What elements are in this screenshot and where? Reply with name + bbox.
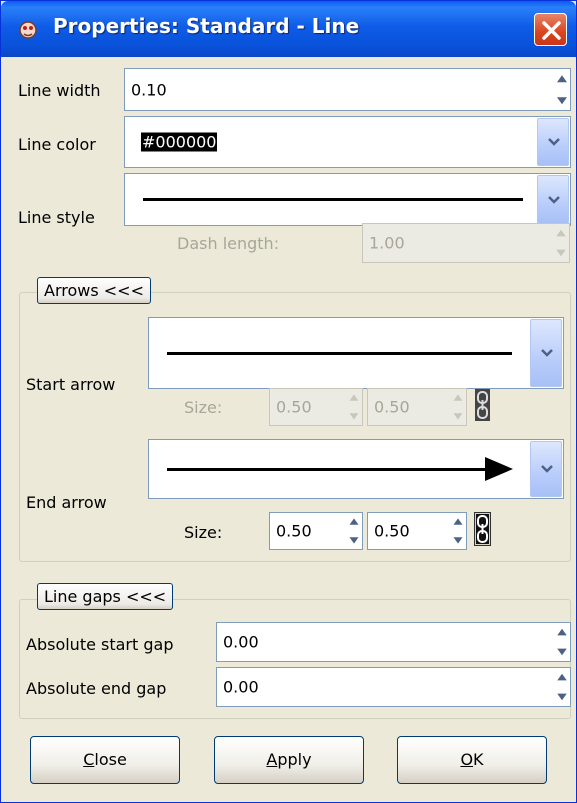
close-icon [542, 21, 561, 40]
start-arrow-width-spinbox[interactable]: 0.50 [269, 388, 363, 426]
end-arrow-dropdown-button[interactable] [530, 441, 562, 497]
start-arrow-combo[interactable] [148, 317, 564, 389]
spin-down-icon[interactable] [553, 243, 569, 262]
dash-length-spinner[interactable] [553, 224, 569, 262]
dash-length-value: 1.00 [369, 233, 405, 253]
dialog-body: Line width 0.10 Line color #000000 Line … [4, 57, 573, 800]
start-arrow-width-value: 0.50 [276, 397, 312, 417]
spin-down-icon[interactable] [450, 531, 466, 549]
close-button[interactable]: Close [30, 736, 180, 784]
line-style-preview [143, 198, 523, 201]
ok-button-mnemonic: O [460, 750, 474, 769]
line-gaps-toggle-button[interactable]: Line gaps <<< [37, 583, 174, 610]
end-arrow-height-spinner[interactable] [450, 513, 466, 549]
chain-link-icon[interactable] [474, 512, 491, 546]
line-width-spinbox[interactable]: 0.10 [124, 68, 571, 111]
close-button-label: lose [94, 750, 127, 769]
line-style-label: Line style [18, 208, 95, 227]
spin-down-icon[interactable] [554, 642, 570, 661]
abs-start-gap-spinbox[interactable]: 0.00 [216, 622, 571, 662]
end-arrow-height-spinbox[interactable]: 0.50 [367, 512, 467, 550]
end-arrow-width-spinbox[interactable]: 0.50 [269, 512, 363, 550]
end-arrow-label: End arrow [26, 493, 107, 512]
apply-button-label: pply [277, 750, 312, 769]
window-title: Properties: Standard - Line [53, 14, 360, 38]
end-arrow-width-value: 0.50 [276, 521, 312, 541]
ok-button[interactable]: OK [397, 736, 547, 784]
abs-start-gap-label: Absolute start gap [26, 635, 174, 654]
spin-up-icon[interactable] [554, 623, 570, 642]
line-color-combo[interactable]: #000000 [124, 116, 571, 168]
spin-up-icon[interactable] [554, 668, 570, 687]
chevron-down-icon [541, 349, 553, 357]
line-style-combo[interactable] [124, 173, 571, 226]
spin-down-icon[interactable] [554, 90, 570, 111]
chevron-down-icon [541, 465, 553, 473]
spin-up-icon[interactable] [554, 69, 570, 90]
spin-down-icon[interactable] [554, 687, 570, 706]
line-width-label: Line width [18, 81, 101, 100]
start-arrow-height-spinner[interactable] [450, 389, 466, 425]
abs-start-gap-value: 0.00 [223, 632, 259, 652]
close-button-mnemonic: C [83, 750, 95, 769]
dash-length-label: Dash length: [177, 234, 280, 253]
line-width-spinner[interactable] [554, 69, 570, 110]
properties-dialog: Properties: Standard - Line Line width 0… [0, 0, 577, 803]
spin-up-icon[interactable] [346, 513, 362, 531]
start-arrow-dropdown-button[interactable] [530, 319, 562, 387]
start-arrow-preview [167, 352, 512, 355]
end-arrow-preview [167, 468, 487, 471]
chevron-down-icon [548, 195, 560, 204]
ok-button-label: K [473, 750, 484, 769]
abs-end-gap-spinbox[interactable]: 0.00 [216, 667, 571, 707]
abs-end-gap-value: 0.00 [223, 677, 259, 697]
dash-length-spinbox[interactable]: 1.00 [362, 223, 570, 263]
start-arrow-height-spinbox[interactable]: 0.50 [367, 388, 467, 426]
chain-link-icon[interactable] [474, 388, 491, 422]
abs-start-gap-spinner[interactable] [554, 623, 570, 661]
arrows-toggle-button[interactable]: Arrows <<< [37, 277, 151, 304]
line-color-value: #000000 [141, 132, 218, 152]
spin-up-icon[interactable] [450, 389, 466, 407]
abs-end-gap-spinner[interactable] [554, 668, 570, 706]
spin-down-icon[interactable] [450, 407, 466, 425]
end-arrow-width-spinner[interactable] [346, 513, 362, 549]
start-arrow-width-spinner[interactable] [346, 389, 362, 425]
end-arrow-combo[interactable] [148, 439, 564, 499]
spin-up-icon[interactable] [553, 224, 569, 243]
spin-down-icon[interactable] [346, 407, 362, 425]
chevron-down-icon [548, 138, 560, 146]
end-arrow-size-label: Size: [184, 523, 223, 542]
spin-down-icon[interactable] [346, 531, 362, 549]
line-color-dropdown-button[interactable] [537, 118, 569, 166]
spin-up-icon[interactable] [450, 513, 466, 531]
abs-end-gap-label: Absolute end gap [26, 679, 167, 698]
start-arrow-size-label: Size: [184, 398, 223, 417]
title-bar[interactable]: Properties: Standard - Line [1, 1, 576, 57]
line-width-value: 0.10 [131, 80, 167, 99]
apply-button-mnemonic: A [266, 750, 278, 769]
arrowhead-icon [485, 457, 513, 481]
start-arrow-height-value: 0.50 [374, 397, 410, 417]
line-color-label: Line color [18, 135, 96, 154]
app-icon [19, 21, 37, 39]
apply-button[interactable]: Apply [214, 736, 364, 784]
close-window-button[interactable] [534, 13, 567, 46]
end-arrow-height-value: 0.50 [374, 521, 410, 541]
line-style-dropdown-button[interactable] [537, 175, 569, 224]
start-arrow-label: Start arrow [26, 375, 116, 394]
spin-up-icon[interactable] [346, 389, 362, 407]
